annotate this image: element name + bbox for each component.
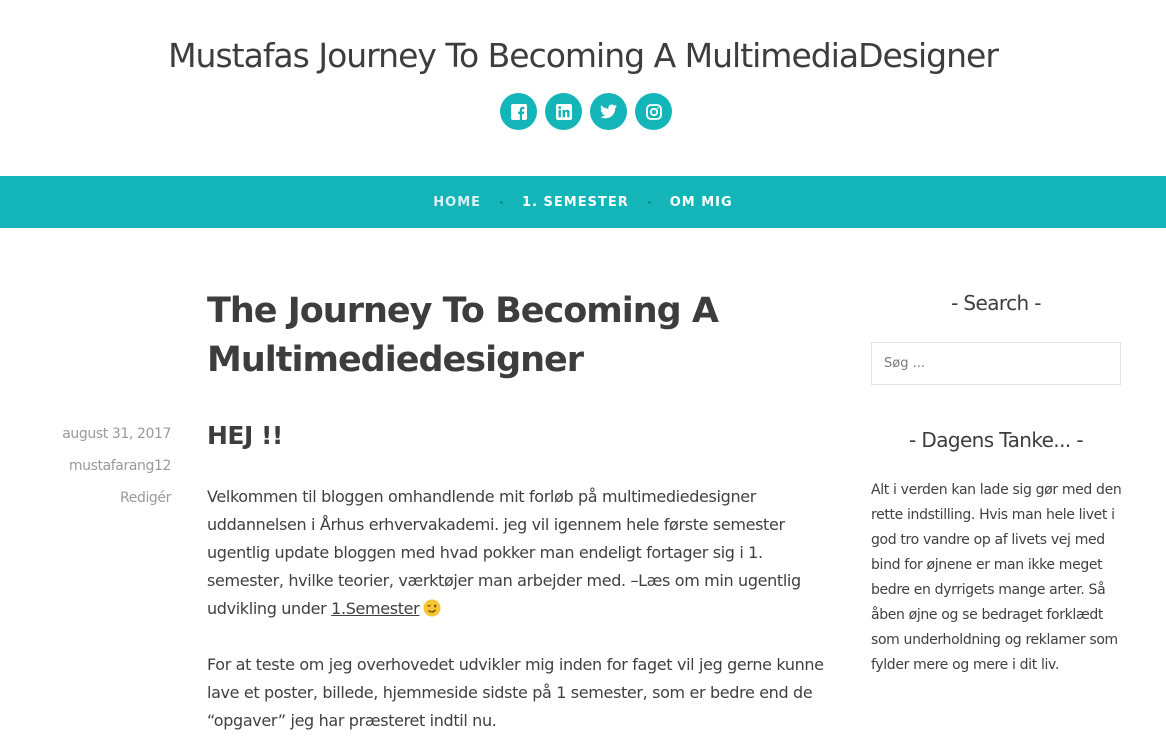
post-paragraph-2: For at teste om jeg overhovedet udvikler… bbox=[207, 655, 824, 730]
site-title[interactable]: Mustafas Journey To Becoming A Multimedi… bbox=[0, 36, 1166, 75]
search-input[interactable] bbox=[871, 342, 1121, 385]
post-heading: HEJ !! bbox=[207, 421, 283, 450]
search-widget-title: - Search - bbox=[951, 291, 1041, 315]
semester-link[interactable]: 1.Semester bbox=[331, 599, 420, 618]
edit-link[interactable]: Redigér bbox=[0, 482, 171, 514]
dagens-tanke-text: Alt i verden kan lade sig gør med den re… bbox=[871, 482, 1122, 673]
social-links bbox=[500, 93, 672, 130]
linkedin-icon bbox=[555, 103, 572, 120]
twitter-icon bbox=[600, 104, 617, 119]
nav-item-om-mig[interactable]: OM MIG bbox=[670, 195, 733, 210]
post-author[interactable]: mustafarang12 bbox=[0, 450, 171, 482]
post-paragraph: Velkommen til bloggen omhandlende mit fo… bbox=[207, 483, 827, 623]
main-navigation: HOME 1. SEMESTER OM MIG bbox=[0, 176, 1166, 228]
facebook-button[interactable] bbox=[500, 93, 537, 130]
nav-separator bbox=[647, 200, 651, 204]
post-date[interactable]: august 31, 2017 bbox=[0, 418, 171, 450]
twitter-button[interactable] bbox=[590, 93, 627, 130]
wink-emoji-icon bbox=[423, 599, 441, 617]
paragraph-text: Velkommen til bloggen omhandlende mit fo… bbox=[207, 487, 801, 618]
post-meta: august 31, 2017 mustafarang12 Redigér bbox=[0, 418, 171, 514]
nav-item-home[interactable]: HOME bbox=[433, 195, 481, 210]
dagens-tanke-title: - Dagens Tanke... - bbox=[909, 428, 1084, 452]
instagram-button[interactable] bbox=[635, 93, 672, 130]
instagram-icon bbox=[645, 103, 662, 120]
facebook-icon bbox=[510, 103, 527, 120]
post-title: The Journey To Becoming A Multimediedesi… bbox=[207, 291, 719, 380]
linkedin-button[interactable] bbox=[545, 93, 582, 130]
nav-item-1-semester[interactable]: 1. SEMESTER bbox=[522, 195, 629, 210]
nav-separator bbox=[500, 200, 504, 204]
